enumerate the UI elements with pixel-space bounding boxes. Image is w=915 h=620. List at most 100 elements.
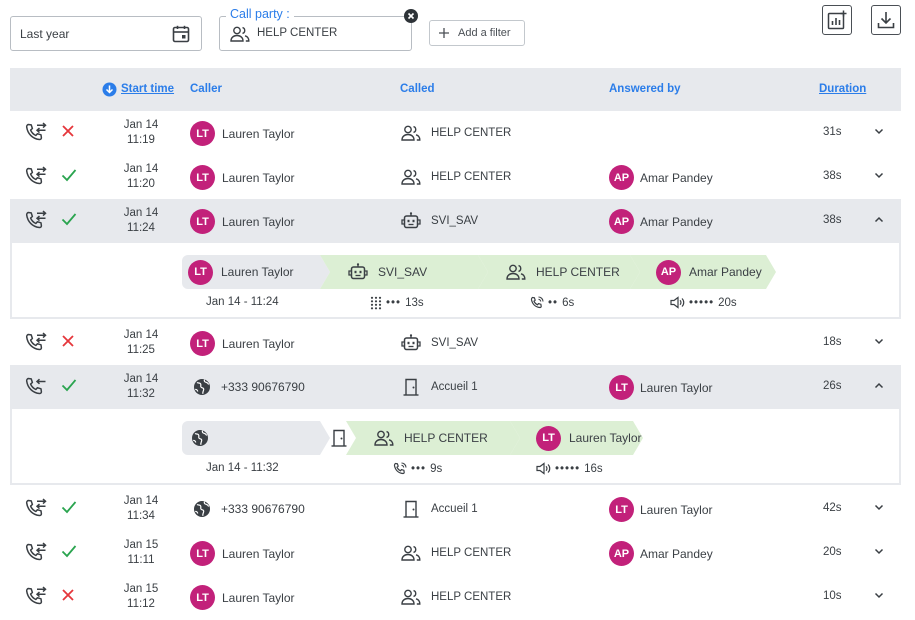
call-party-label: Call party : — [226, 7, 294, 21]
start-hour: 11:20 — [127, 178, 155, 190]
call-step: SVI_SAV — [320, 255, 488, 289]
add-chart-button[interactable] — [822, 5, 852, 35]
group-icon — [372, 426, 396, 450]
avatar: AP — [656, 259, 681, 285]
call-start-time: Jan 14 - 11:24 — [206, 296, 279, 308]
date-range-field[interactable]: Last year — [10, 16, 202, 51]
keypad-icon — [370, 296, 382, 310]
answered-icon — [61, 378, 77, 392]
step-duration: ••••• 20s — [670, 296, 737, 309]
call-party-value: HELP CENTER — [257, 27, 338, 39]
start-time: Jan 14 11:19 — [114, 118, 168, 148]
caller: LT Lauren Taylor — [190, 331, 295, 356]
duration-value: 20s — [718, 296, 737, 309]
clear-filter-icon[interactable] — [404, 9, 418, 23]
missed-icon — [61, 124, 75, 138]
table-row[interactable]: Jan 15 11:11 LT Lauren Taylor HELP CENTER AP A… — [10, 531, 901, 575]
call-step — [182, 421, 330, 455]
chevron-down-icon[interactable] — [874, 128, 884, 135]
table-row[interactable]: Jan 14 11:24 LT Lauren Taylor SVI_SAV AP Amar … — [10, 199, 901, 243]
duration-value: 9s — [430, 463, 443, 475]
chevron-down-icon[interactable] — [874, 548, 884, 555]
call-step-label: Amar Pandey — [689, 265, 762, 279]
robot-icon — [399, 209, 423, 233]
missed-icon — [61, 588, 75, 602]
caller-name: +333 90676790 — [221, 380, 305, 394]
call-party-filter[interactable]: Call party : HELP CENTER — [219, 7, 412, 51]
chevron-up-icon[interactable] — [874, 382, 884, 389]
chevron-down-icon[interactable] — [874, 592, 884, 599]
globe-icon — [188, 426, 212, 450]
duration-dots: ••••• — [689, 296, 715, 309]
door-icon — [399, 375, 423, 399]
call-duration: 38s — [823, 214, 842, 226]
call-step: HELP CENTER — [346, 421, 520, 455]
start-hour: 11:34 — [127, 510, 155, 522]
caller: LT Lauren Taylor — [190, 585, 295, 610]
call-step-label: Lauren Taylor — [569, 431, 642, 445]
call-step: AP Amar Pandey — [630, 255, 776, 289]
start-date: Jan 15 — [123, 539, 159, 551]
avatar: LT — [190, 209, 215, 234]
call-duration: 10s — [823, 590, 842, 602]
caller: LT Lauren Taylor — [190, 209, 295, 234]
duration-dots: •• — [548, 297, 559, 309]
add-filter-button[interactable]: Add a filter — [429, 20, 525, 46]
speaker-icon — [670, 296, 685, 309]
ringing-icon — [393, 462, 407, 476]
column-called: Called — [400, 83, 435, 95]
step-duration: ••••• 16s — [536, 462, 603, 475]
call-detail-panel: HELP CENTER LT Lauren Taylor Jan 14 - 11:32… — [10, 409, 901, 485]
caller-name: Lauren Taylor — [222, 336, 295, 351]
calendar-icon[interactable] — [172, 25, 190, 43]
chevron-down-icon[interactable] — [874, 504, 884, 511]
date-range-value: Last year — [20, 27, 70, 41]
table-row[interactable]: Jan 14 11:19 LT Lauren Taylor HELP CENTER 31s — [10, 111, 901, 155]
call-step-label: Lauren Taylor — [221, 265, 294, 279]
caller: LT Lauren Taylor — [190, 121, 295, 146]
chart-add-icon — [827, 10, 847, 30]
start-date: Jan 14 — [123, 163, 159, 175]
transfer-call-icon — [24, 122, 48, 144]
export-button[interactable] — [871, 5, 901, 35]
start-hour: 11:32 — [127, 388, 155, 400]
start-date: Jan 14 — [123, 207, 159, 219]
chevron-down-icon[interactable] — [874, 172, 884, 179]
caller-name: Lauren Taylor — [222, 214, 295, 229]
globe-icon — [190, 497, 214, 521]
duration-value: 6s — [562, 297, 575, 309]
called: HELP CENTER — [399, 585, 511, 609]
duration-dots: ••••• — [555, 462, 581, 475]
table-row[interactable]: Jan 14 11:34 +333 90676790 Accueil 1 LT Laure… — [10, 487, 901, 531]
start-hour: 11:12 — [127, 598, 155, 610]
called: HELP CENTER — [399, 541, 511, 565]
duration-dots: ••• — [411, 463, 427, 475]
chevron-down-icon[interactable] — [874, 338, 884, 345]
call-duration: 42s — [823, 502, 842, 514]
caller: LT Lauren Taylor — [190, 541, 295, 566]
table-row[interactable]: Jan 14 11:25 LT Lauren Taylor SVI_SAV 18s — [10, 321, 901, 365]
answered-by: LT Lauren Taylor — [609, 497, 713, 522]
caller: +333 90676790 — [190, 375, 305, 399]
start-hour: 11:24 — [127, 222, 155, 234]
column-duration[interactable]: Duration — [819, 83, 866, 95]
called-name: Accueil 1 — [431, 503, 478, 515]
table-row[interactable]: Jan 15 11:12 LT Lauren Taylor HELP CENTER 10s — [10, 575, 901, 619]
call-duration: 20s — [823, 546, 842, 558]
column-start-time[interactable]: Start time — [121, 83, 174, 95]
duration-value: 13s — [405, 297, 424, 309]
avatar: LT — [190, 585, 215, 610]
caller-name: Lauren Taylor — [222, 170, 295, 185]
call-step: LT Lauren Taylor — [182, 255, 330, 289]
table-row[interactable]: Jan 14 11:32 +333 90676790 Accueil 1 LT Laure… — [10, 365, 901, 409]
transfer-call-icon — [24, 210, 48, 232]
table-row[interactable]: Jan 14 11:20 LT Lauren Taylor HELP CENTER AP A… — [10, 155, 901, 199]
avatar: LT — [609, 375, 634, 400]
transfer-call-icon — [24, 332, 48, 354]
sort-descending-icon[interactable] — [102, 82, 117, 97]
answered-name: Amar Pandey — [640, 214, 713, 229]
plus-icon — [439, 28, 449, 38]
answered-name: Amar Pandey — [640, 170, 713, 185]
caller-name: Lauren Taylor — [222, 546, 295, 561]
chevron-up-icon[interactable] — [874, 216, 884, 223]
